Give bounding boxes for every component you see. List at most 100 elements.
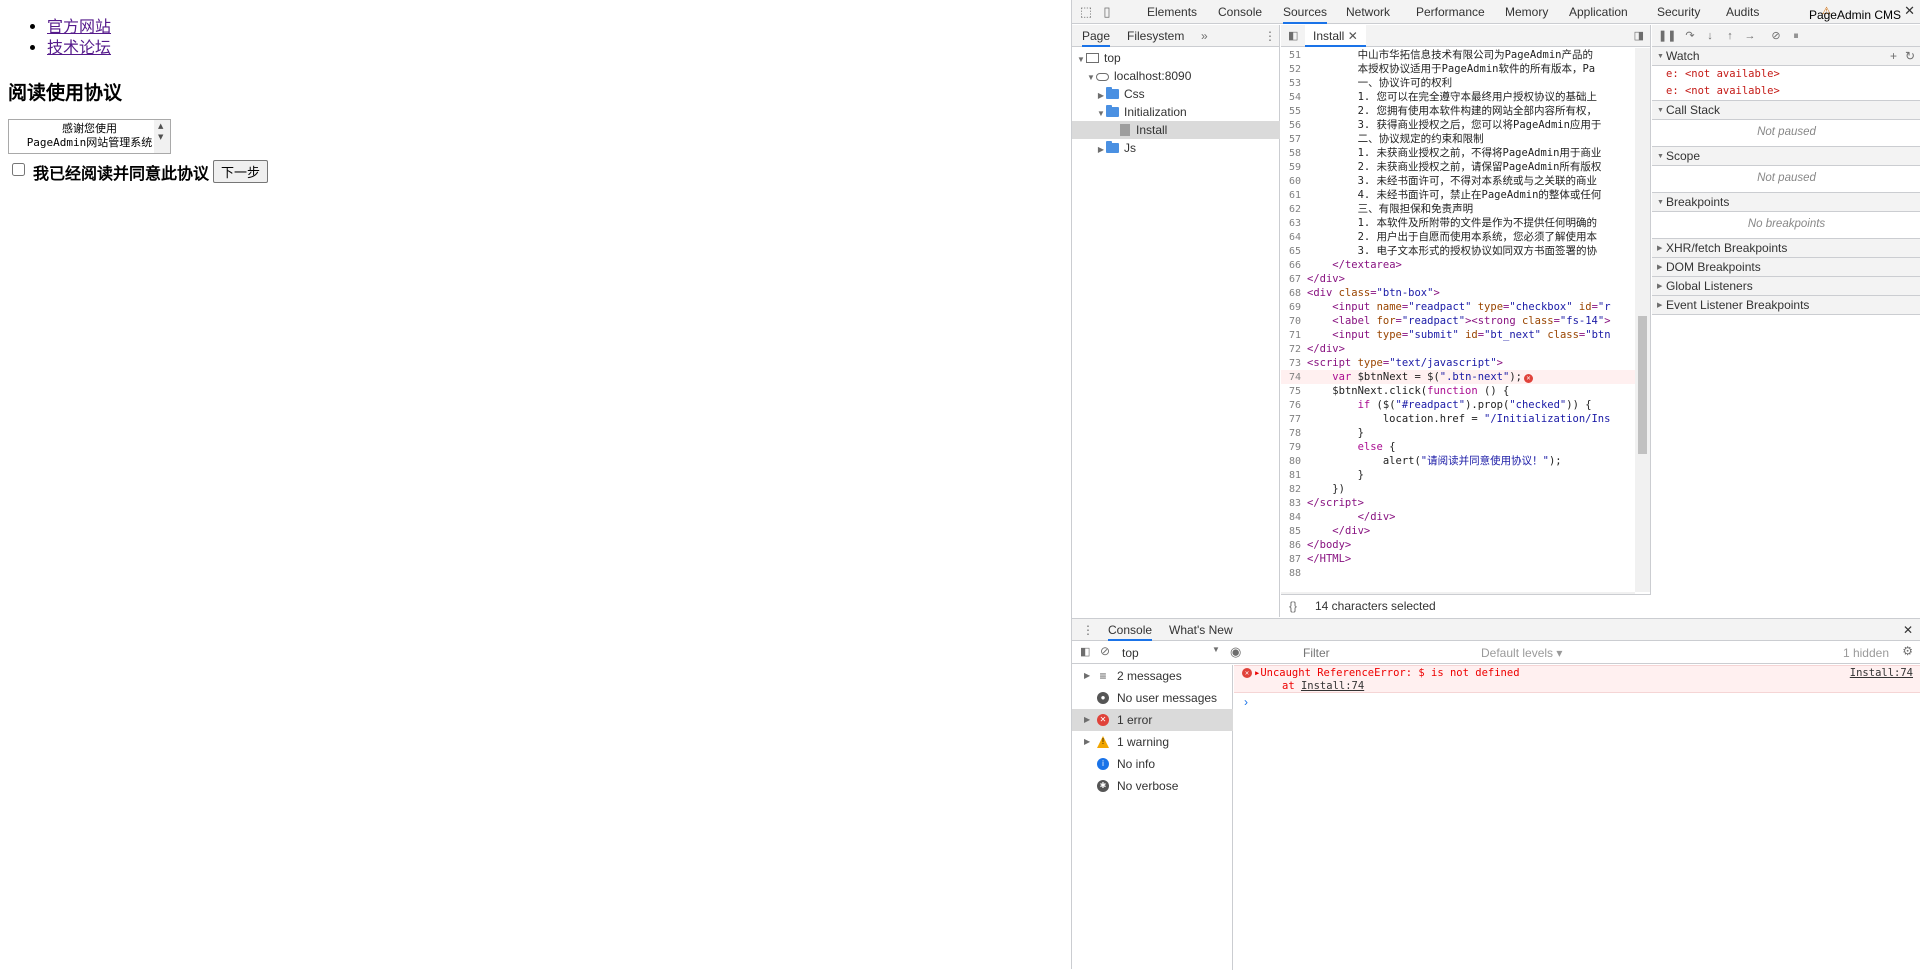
console-filter-input[interactable] [1299,644,1459,661]
tree-item-top[interactable]: ▼ top [1072,49,1280,67]
line-number[interactable]: 55 [1281,105,1307,119]
console-filter-user[interactable]: ● No user messages [1072,687,1233,709]
line-number[interactable]: 52 [1281,63,1307,77]
code-line[interactable]: 79 else { [1281,440,1635,454]
scroll-up-icon[interactable]: ▲ [158,122,163,130]
line-number[interactable]: 64 [1281,231,1307,245]
code-line[interactable]: 55 2. 您拥有使用本软件构建的网站全部内容所有权， [1281,104,1635,118]
code-line[interactable]: 84 </div> [1281,510,1635,524]
collapse-icon[interactable]: ▶ [1084,665,1090,687]
error-stack-link[interactable]: Install:74 [1301,680,1364,692]
tree-item-initialization[interactable]: ▼ Initialization [1072,103,1280,121]
chevron-down-icon[interactable]: ▼ [1212,645,1220,654]
scroll-thumb[interactable] [1638,316,1647,454]
collapse-icon[interactable]: ▶ [1096,141,1106,159]
line-number[interactable]: 56 [1281,119,1307,133]
context-select[interactable]: top [1122,646,1139,660]
code-line[interactable]: 58 1. 未获商业授权之前，不得将PageAdmin用于商业 [1281,146,1635,160]
official-site-link[interactable]: 官方网站 [47,17,111,36]
tab-sources[interactable]: Sources [1283,0,1328,24]
code-line[interactable]: 86 </body> [1281,538,1635,552]
inspect-element-icon[interactable]: ⬚ [1078,4,1094,20]
scroll-down-icon[interactable]: ▼ [158,133,163,141]
line-number[interactable]: 59 [1281,161,1307,175]
code-line[interactable]: 73 <script type="text/javascript"> [1281,356,1635,370]
line-number[interactable]: 61 [1281,189,1307,203]
code-line[interactable]: 76 if ($("#readpact").prop("checked")) { [1281,398,1635,412]
levels-select[interactable]: Default levels ▾ [1481,646,1562,660]
code-line[interactable]: 57 二、协议规定的约束和限制 [1281,132,1635,146]
code-line[interactable]: 52 本授权协议适用于PageAdmin软件的所有版本，Pa [1281,62,1635,76]
code-line[interactable]: 64 2. 用户出于自愿而使用本系统，您必须了解使用本 [1281,230,1635,244]
line-number[interactable]: 73 [1281,357,1307,371]
line-number[interactable]: 68 [1281,287,1307,301]
code-line[interactable]: 75 $btnNext.click(function () { [1281,384,1635,398]
console-filter-info[interactable]: i No info [1072,753,1233,775]
code-line[interactable]: 65 3. 电子文本形式的授权协议如同双方书面签署的协 [1281,244,1635,258]
line-number[interactable]: 85 [1281,525,1307,539]
code-line[interactable]: 81 } [1281,468,1635,482]
code-line[interactable]: 51 中山市华拓信息技术有限公司为PageAdmin产品的 [1281,48,1635,62]
close-drawer-icon[interactable]: ✕ [1903,619,1913,641]
console-filter-bug[interactable]: ✱ No verbose [1072,775,1233,797]
console-filter-warning[interactable]: ▶! 1 warning [1072,731,1233,753]
watch-row[interactable]: e: <not available> [1652,66,1920,83]
line-number[interactable]: 80 [1281,455,1307,469]
pretty-print-icon[interactable]: {} [1289,595,1297,617]
tab-network[interactable]: Network [1346,0,1390,24]
line-number[interactable]: 67 [1281,273,1307,287]
step-icon[interactable]: → [1742,28,1758,44]
error-marker-icon[interactable]: ✕ [1523,374,1533,383]
textarea-scrollbar[interactable]: ▲ ▼ [154,120,170,153]
line-number[interactable]: 57 [1281,133,1307,147]
line-number[interactable]: 58 [1281,147,1307,161]
code-line[interactable]: 72 </div> [1281,342,1635,356]
line-number[interactable]: 69 [1281,301,1307,315]
code-line[interactable]: 54 1. 您可以在完全遵守本最终用户授权协议的基础上 [1281,90,1635,104]
code-line[interactable]: 88 [1281,566,1635,580]
tab-application[interactable]: Application [1569,0,1628,24]
tab-filesystem[interactable]: Filesystem [1127,25,1184,47]
watch-row[interactable]: e: <not available> [1652,83,1920,100]
tree-item-install[interactable]: Install [1072,121,1280,139]
code-line[interactable]: 61 4. 未经书面许可，禁止在PageAdmin的整体或任何 [1281,188,1635,202]
clear-console-icon[interactable]: ⊘ [1100,644,1110,658]
tab-page[interactable]: Page [1082,25,1111,47]
refresh-icon[interactable]: ↻ [1905,47,1915,66]
editor-vertical-scrollbar[interactable] [1635,48,1650,592]
tab-console[interactable]: Console [1218,0,1262,24]
collapse-icon[interactable]: ▶ [1084,709,1090,731]
line-number[interactable]: 65 [1281,245,1307,259]
line-number[interactable]: 86 [1281,539,1307,553]
section-header-event-listener-breakpoints[interactable]: ▶ Event Listener Breakpoints [1652,296,1920,315]
code-line[interactable]: 53 一、协议许可的权利 [1281,76,1635,90]
step-out-icon[interactable]: ↑ [1722,28,1738,44]
code-line[interactable]: 87 </HTML> [1281,552,1635,566]
pause-on-exceptions-icon[interactable]: ⏸ [1788,28,1804,44]
tab-memory[interactable]: Memory [1505,0,1548,24]
tab-audits[interactable]: Audits [1726,0,1759,24]
section-header-dom-breakpoints[interactable]: ▶ DOM Breakpoints [1652,258,1920,277]
code-line[interactable]: 85 </div> [1281,524,1635,538]
code-line[interactable]: 77 location.href = "/Initialization/Ins [1281,412,1635,426]
code-line[interactable]: 60 3. 未经书面许可，不得对本系统或与之关联的商业 [1281,174,1635,188]
line-number[interactable]: 51 [1281,49,1307,63]
section-header-breakpoints[interactable]: ▼ Breakpoints [1652,193,1920,212]
step-over-icon[interactable]: ↷ [1682,28,1698,44]
line-number[interactable]: 87 [1281,553,1307,567]
line-number[interactable]: 53 [1281,77,1307,91]
line-number[interactable]: 72 [1281,343,1307,357]
add-watch-icon[interactable]: + [1890,47,1897,66]
line-number[interactable]: 84 [1281,511,1307,525]
settings-gear-icon[interactable]: ⚙ [1902,644,1913,658]
close-tab-icon[interactable]: ✕ [1348,29,1358,43]
code-line[interactable]: 71 <input type="submit" id="bt_next" cla… [1281,328,1635,342]
watch-section-header[interactable]: ▼ Watch + ↻ [1652,47,1920,66]
section-header-call-stack[interactable]: ▼ Call Stack [1652,101,1920,120]
editor-tab-install[interactable]: Install ✕ [1305,25,1366,47]
console-error-message[interactable]: ✕ ▸Uncaught ReferenceError: $ is not def… [1234,665,1920,693]
line-number[interactable]: 79 [1281,441,1307,455]
code-line[interactable]: 67 </div> [1281,272,1635,286]
agree-checkbox[interactable] [12,163,25,176]
code-line[interactable]: 82 }) [1281,482,1635,496]
